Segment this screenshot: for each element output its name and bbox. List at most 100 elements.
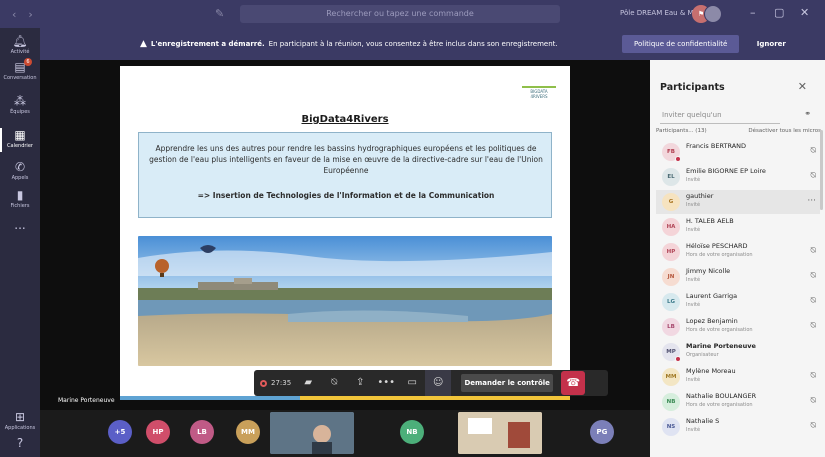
maximize-icon[interactable]: ▢ [774,6,784,19]
rail-teams[interactable]: ⁂ Équipes [0,94,40,115]
mic-muted-icon[interactable]: ⍉ [811,271,816,281]
slide-subtitle: => Insertion de Technologies de l'Inform… [197,191,495,200]
participant-role: Hors de votre organisation [686,252,753,258]
minimize-icon[interactable]: – [750,6,756,19]
presentation-slide: BIGDATA 4RIVERS BigData4Rivers Apprendre… [120,66,570,400]
participants-count[interactable]: Participants... (13) [656,128,707,134]
participant-row[interactable]: NS Nathalie S Invité ⍉ [656,415,820,439]
participant-row[interactable]: FB Francis BERTRAND ⍉ [656,140,820,164]
rail-help[interactable]: ? [0,436,40,450]
mute-all-link[interactable]: Désactiver tous les micros [748,128,821,134]
rail-chat[interactable]: ▤ 6 Conversation [0,58,40,81]
participant-chip[interactable]: MM [236,420,260,444]
participant-chip[interactable]: NB [400,420,424,444]
timer-text: 27:35 [271,379,292,387]
participant-name: Emilie BIGORNE EP Loire [686,167,766,175]
request-control-button[interactable]: Demander le contrôle [461,374,554,392]
logo-text: BIGDATA 4RIVERS [530,89,548,99]
scrollbar[interactable] [820,130,823,210]
participant-row[interactable]: MP Marine Porteneuve Organisateur [656,340,820,364]
mic-muted-icon[interactable]: ⍉ [811,371,816,381]
avatar: NB [662,393,680,411]
participant-chip[interactable]: LB [190,420,214,444]
rail-activity[interactable]: 🔔︎ Activité [0,34,40,55]
rail-apps[interactable]: ⊞ Applications [0,410,40,431]
slide-body: Apprendre les uns des autres pour rendre… [149,144,543,175]
mic-muted-icon[interactable]: ⍉ [811,246,816,256]
participant-name: Jimmy Nicolle [686,267,731,275]
participant-row[interactable]: LG Laurent Garriga Invité ⍉ [656,290,820,314]
rail-label: Activité [10,49,30,55]
participant-chip[interactable]: +5 [108,420,132,444]
rail-more[interactable]: ... [0,218,40,232]
participant-row[interactable]: MM Mylène Moreau Invité ⍉ [656,365,820,389]
user-avatar[interactable] [704,5,722,23]
participant-row[interactable]: JN Jimmy Nicolle Invité ⍉ [656,265,820,289]
search-input[interactable]: Rechercher ou tapez une commande [240,5,560,23]
participant-video[interactable] [458,412,542,454]
active-speaker-name: Marine Porteneuve [58,397,115,404]
forward-icon[interactable]: › [28,8,32,21]
participant-row[interactable]: Ggauthier Invité ··· [656,190,820,214]
participant-role: Invité [686,202,701,208]
banner-actions: Politique de confidentialité Ignorer [622,28,825,60]
video-thumbnail [270,412,354,454]
close-window-icon[interactable]: ✕ [800,6,809,19]
mic-muted-icon[interactable]: ⍉ [811,321,816,331]
slide-accent-bar [120,396,570,400]
mic-muted-icon[interactable]: ⍉ [811,421,816,431]
compose-icon[interactable]: ✎ [215,7,224,20]
avatar: LB [662,318,680,336]
participant-row[interactable]: HA H. TALEB AELB Invité [656,215,820,239]
status-dot [675,156,681,162]
participant-video[interactable] [270,412,354,454]
chat-icon: ▤ [14,60,26,74]
rail-files[interactable]: ▮ Fichiers [0,188,40,209]
share-link-icon[interactable]: ⚭ [804,109,811,118]
participant-chip[interactable]: PG [590,420,614,444]
more-options-icon[interactable]: ··· [807,196,816,206]
invite-input[interactable]: Inviter quelqu'un [660,106,780,124]
mic-muted-icon[interactable]: ⍉ [811,146,816,156]
close-icon[interactable]: ✕ [798,80,807,93]
back-icon[interactable]: ‹ [12,8,16,21]
participant-name: Laurent Garriga [686,292,738,300]
mic-muted-icon[interactable]: ⍉ [811,396,816,406]
chip-label: HP [152,428,164,436]
rail-calls[interactable]: ✆ Appels [0,160,40,181]
hang-up-button[interactable]: ☎ [561,371,586,395]
participant-role: Invité [686,302,701,308]
camera-off-icon[interactable]: ▰ [295,370,321,396]
phone-icon: ✆ [14,160,26,174]
more-actions-icon[interactable]: ••• [373,370,399,396]
rail-calendar[interactable]: ▦ Calendrier [0,128,40,152]
file-icon: ▮ [16,188,24,202]
mic-muted-icon[interactable]: ⍉ [811,296,816,306]
participants-icon[interactable]: ☺ [425,370,452,396]
participant-row[interactable]: EL Emilie BIGORNE EP Loire Invité ⍉ [656,165,820,189]
nav-arrows: ‹ › [0,8,60,21]
participant-name: H. TALEB AELB [686,217,734,225]
participants-header: Participants... (13) Désactiver tous les… [656,128,821,134]
participant-role: Invité [686,427,701,433]
ignore-button[interactable]: Ignorer [749,35,793,53]
participant-name: Nathalie S [686,417,720,425]
app-rail: 🔔︎ Activité ▤ 6 Conversation ⁂ Équipes ▦… [0,28,40,457]
participant-row[interactable]: LB Lopez Benjamin Hors de votre organisati… [656,315,820,339]
participants-panel: Participants ✕ Inviter quelqu'un ⚭ Parti… [650,60,825,457]
privacy-policy-button[interactable]: Politique de confidentialité [622,35,740,53]
participant-row[interactable]: HP Héloïse PESCHARD Hors de votre organisa… [656,240,820,264]
chat-icon[interactable]: ▭ [399,370,425,396]
share-screen-icon[interactable]: ⇪ [347,370,373,396]
mic-off-icon[interactable]: ⍉ [321,370,347,396]
recording-banner: ▲ L'enregistrement a démarré. En partici… [40,28,650,60]
calendar-icon: ▦ [14,128,26,142]
help-icon: ? [16,436,24,450]
chip-label: PG [596,428,608,436]
avatar: EL [662,168,680,186]
participant-row[interactable]: NB Nathalie BOULANGER Hors de votre organi… [656,390,820,414]
mic-muted-icon[interactable]: ⍉ [811,171,816,181]
recording-timer: 27:35 [260,379,291,387]
participant-name: Francis BERTRAND [686,142,747,150]
participant-chip[interactable]: HP [146,420,170,444]
